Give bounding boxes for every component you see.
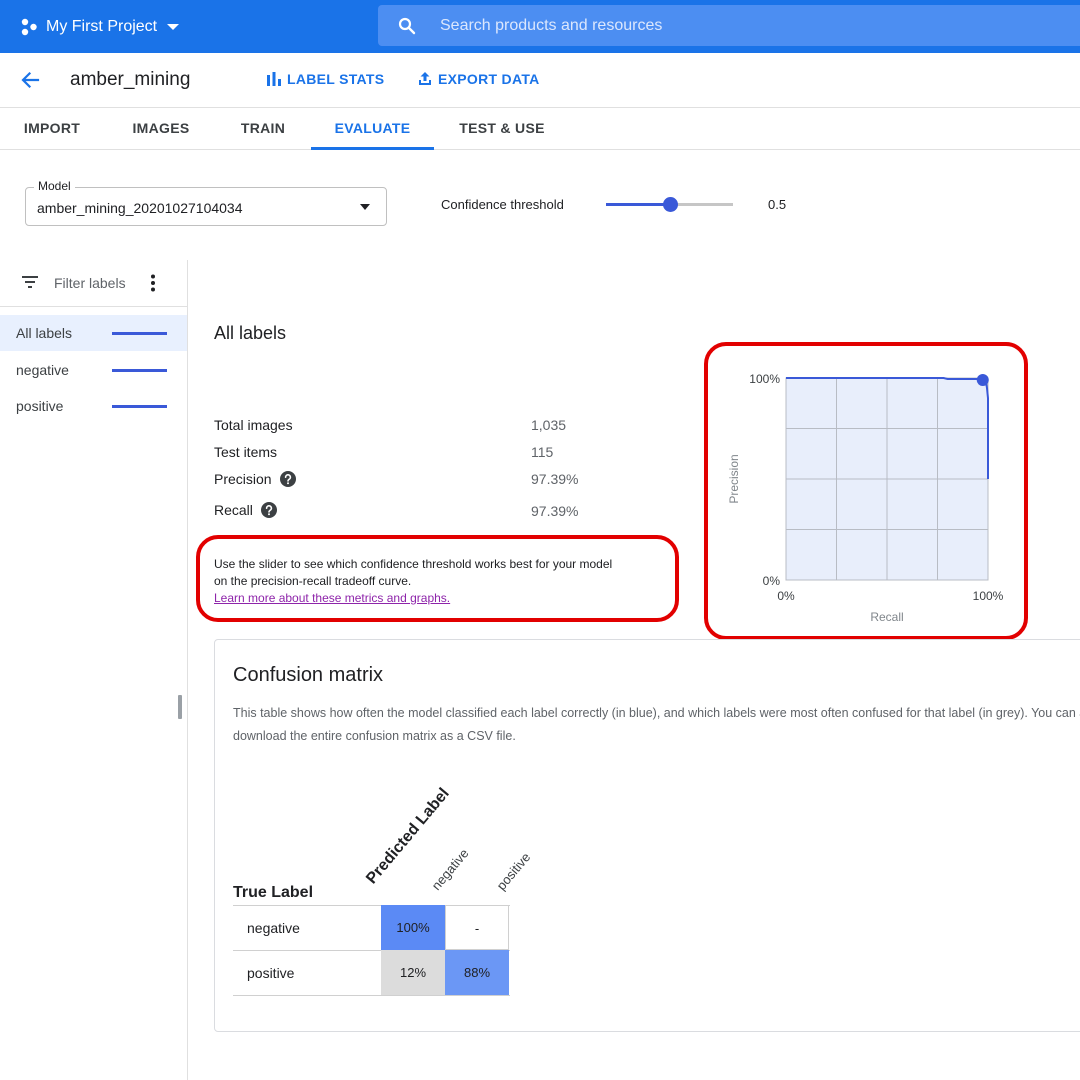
resize-handle[interactable]: [178, 695, 182, 719]
search-bar[interactable]: [378, 5, 1080, 46]
tab-import[interactable]: IMPORT: [0, 108, 104, 150]
more-vert-icon[interactable]: [150, 274, 156, 292]
back-arrow-icon[interactable]: [18, 68, 42, 92]
sidebar-item-all-labels[interactable]: All labels: [0, 315, 187, 351]
filter-icon: [22, 276, 38, 288]
sidebar-divider: [187, 260, 188, 1080]
series-line: [112, 332, 167, 335]
confidence-threshold-label: Confidence threshold: [441, 197, 564, 212]
column-header-negative: negative: [428, 845, 472, 893]
stat-label-text: Test items: [214, 444, 278, 460]
export-data-label: EXPORT DATA: [438, 71, 540, 87]
help-icon[interactable]: [279, 471, 296, 487]
upload-icon: [419, 72, 431, 85]
matrix-cell: 88%: [445, 950, 509, 995]
row-label-negative: negative: [247, 920, 300, 936]
stat-value-precision: 97.39%: [531, 471, 579, 487]
model-select[interactable]: Model amber_mining_20201027104034: [25, 179, 387, 226]
row-label-positive: positive: [247, 965, 295, 981]
matrix-cell: 12%: [381, 950, 445, 995]
stat-label-recall: Recall: [214, 502, 277, 518]
project-icon: [21, 18, 37, 36]
tab-evaluate[interactable]: EVALUATE: [311, 108, 434, 150]
label-stats-label: LABEL STATS: [287, 71, 385, 87]
row-divider: [233, 995, 510, 996]
stat-label-test-items: Test items: [214, 444, 277, 460]
annotation-highlight-chart: [704, 342, 1028, 640]
section-title: All labels: [214, 323, 287, 343]
stat-label-text: Total images: [214, 417, 293, 433]
search-input[interactable]: [440, 5, 1080, 46]
stat-label-text: Recall: [214, 502, 253, 518]
slider-thumb[interactable]: [662, 197, 678, 212]
slider-fill: [606, 203, 670, 206]
sidebar-item-label: negative: [16, 362, 69, 378]
filter-labels[interactable]: Filter labels: [0, 260, 187, 307]
sidebar-item-label: All labels: [16, 325, 73, 341]
confusion-matrix-title: Confusion matrix: [233, 664, 384, 686]
confusion-matrix-description: This table shows how often the model cla…: [233, 706, 1080, 743]
matrix-cell: 100%: [381, 905, 445, 950]
model-select-label: Model: [34, 179, 75, 193]
confidence-threshold-slider[interactable]: [606, 196, 733, 214]
tab-train[interactable]: TRAIN: [225, 108, 301, 150]
search-icon: [398, 17, 416, 34]
series-line: [112, 369, 167, 372]
chevron-down-icon: [167, 24, 180, 30]
model-select-value: amber_mining_20201027104034: [37, 200, 243, 216]
project-name: My First Project: [46, 18, 158, 35]
stat-label-precision: Precision: [214, 471, 296, 487]
page-header: amber_mining LABEL STATS EXPORT DATA: [0, 53, 1080, 108]
filter-labels-text: Filter labels: [54, 275, 126, 291]
label-stats-button[interactable]: LABEL STATS: [266, 71, 384, 87]
export-data-button[interactable]: EXPORT DATA: [417, 71, 540, 87]
stat-value-recall: 97.39%: [531, 503, 579, 519]
stat-value-test-items: 115: [531, 444, 554, 460]
dataset-name: amber_mining: [70, 69, 191, 90]
series-line: [112, 405, 167, 408]
help-icon[interactable]: [260, 502, 277, 518]
sidebar-item-positive[interactable]: positive: [0, 388, 187, 424]
top-bar: My First Project: [0, 0, 1080, 53]
annotation-highlight-hint: [196, 535, 679, 622]
sidebar-item-negative[interactable]: negative: [0, 352, 187, 388]
stat-label-total-images: Total images: [214, 417, 293, 433]
dropdown-arrow-icon: [360, 204, 370, 210]
stat-label-text: Precision: [214, 471, 272, 487]
column-header-positive: positive: [493, 849, 534, 893]
matrix-cell: -: [445, 905, 509, 950]
tab-bar: IMPORT IMAGES TRAIN EVALUATE TEST & USE: [0, 108, 1080, 150]
project-selector[interactable]: My First Project: [20, 14, 180, 40]
stat-value-total-images: 1,035: [531, 417, 567, 433]
tab-images[interactable]: IMAGES: [115, 108, 207, 150]
confusion-matrix-card: Confusion matrix This table shows how of…: [214, 639, 1080, 1032]
bar-chart-icon: [267, 72, 281, 86]
tab-test-and-use[interactable]: TEST & USE: [450, 108, 554, 150]
true-label-header: True Label: [233, 884, 314, 901]
confidence-threshold-value: 0.5: [768, 197, 787, 212]
sidebar-item-label: positive: [16, 398, 64, 414]
